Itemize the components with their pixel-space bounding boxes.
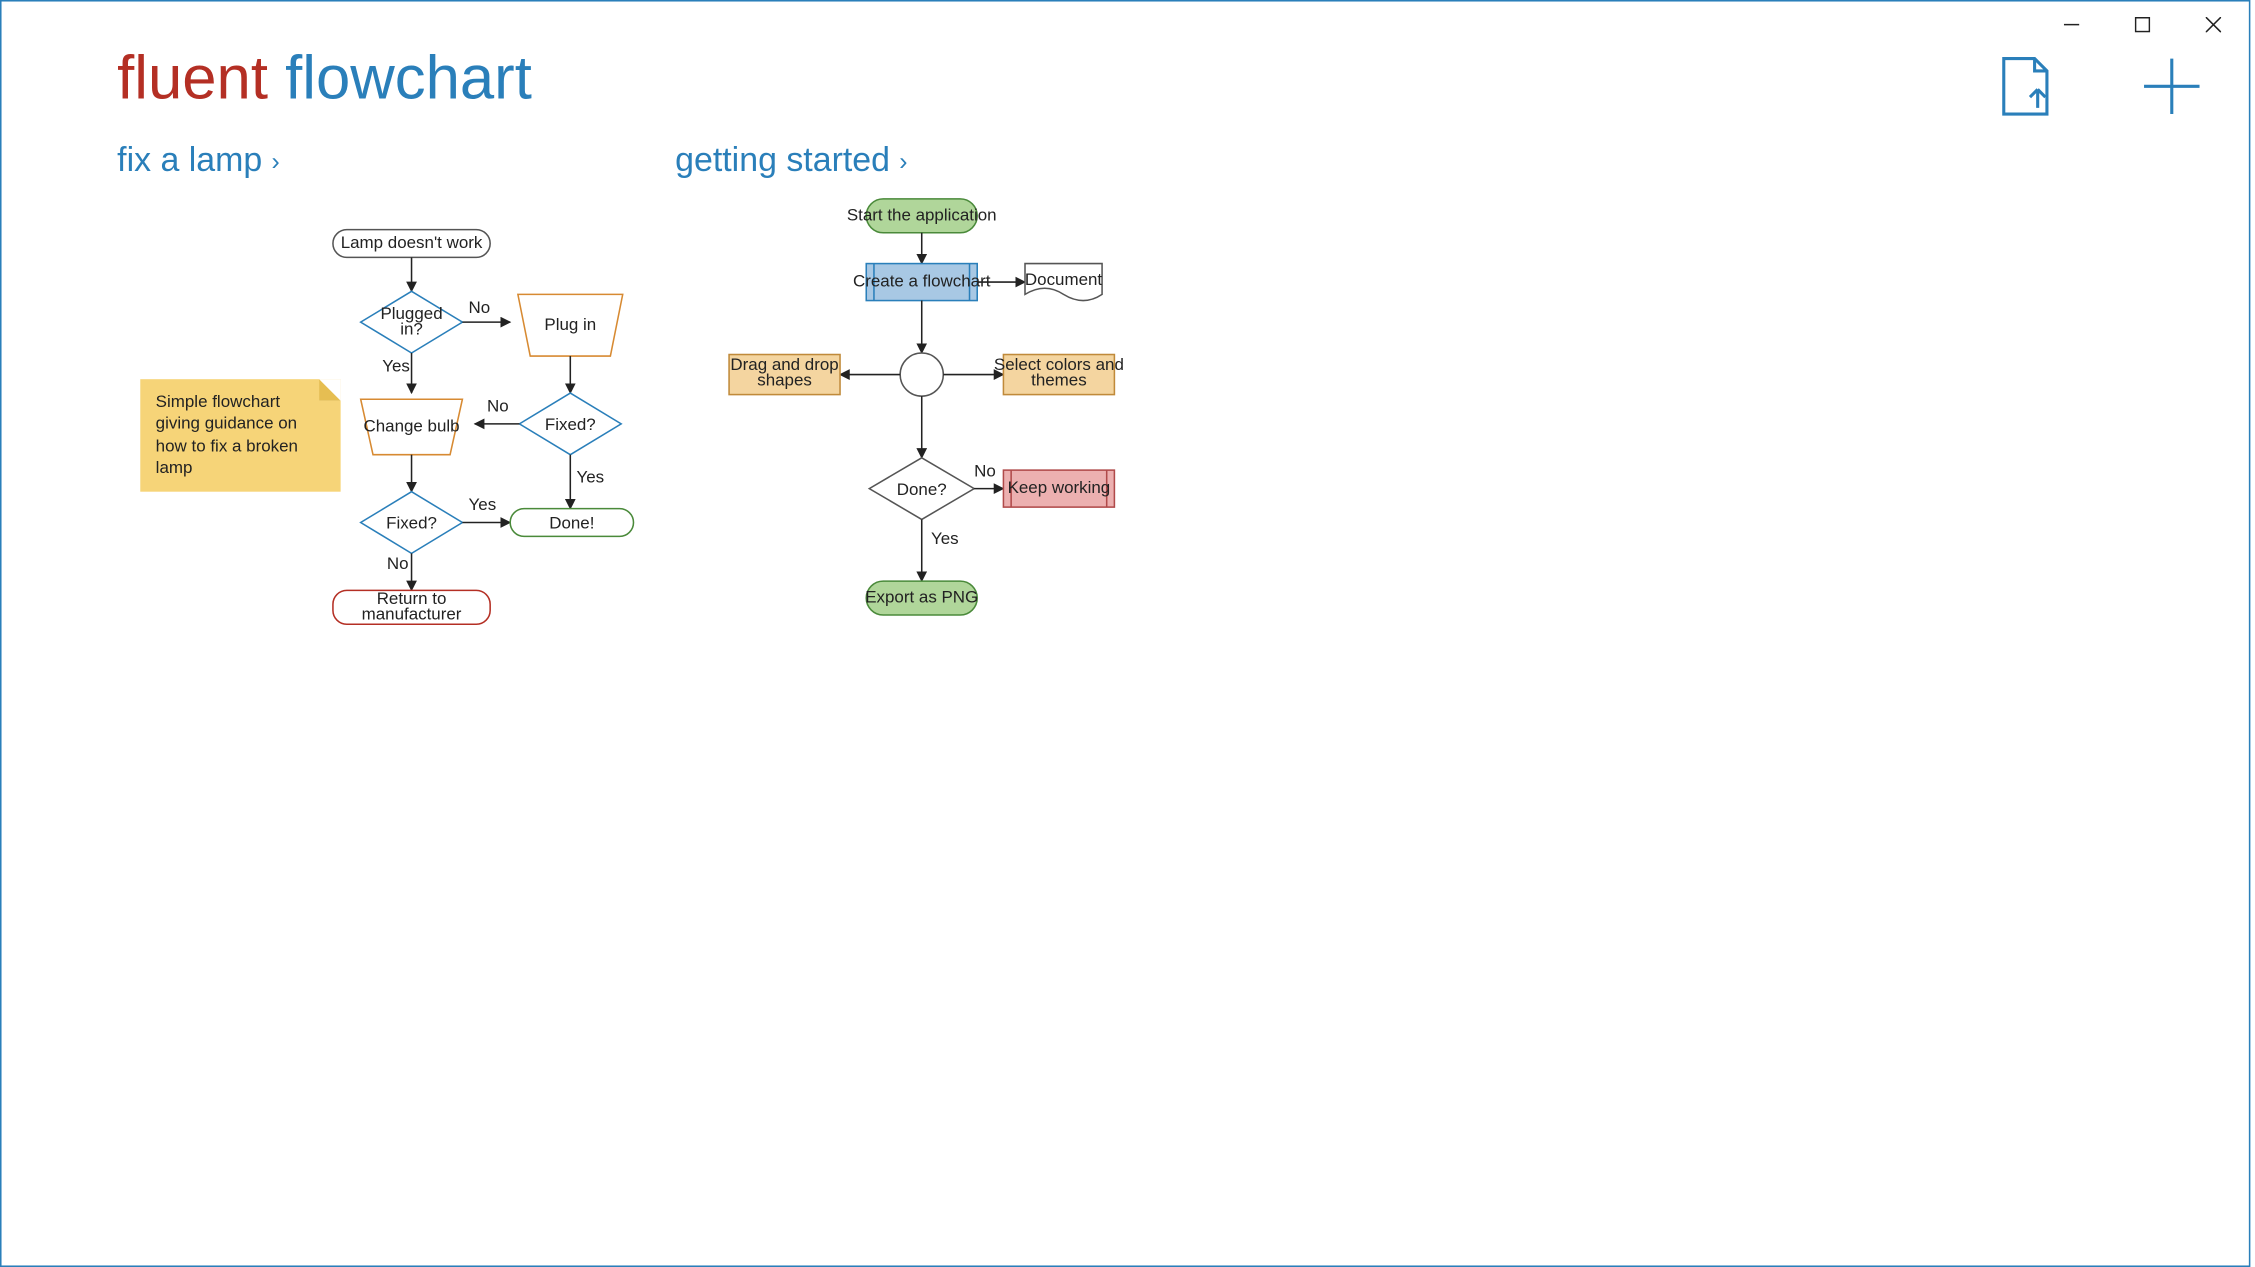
minimize-button[interactable] [2036, 2, 2107, 48]
app-title-part2: flowchart [285, 45, 532, 113]
section-label: fix a lamp [117, 140, 262, 179]
close-button[interactable] [2178, 2, 2249, 48]
node-create-flowchart: Create a flowchart [853, 264, 991, 301]
node-change-bulb: Change bulb [364, 417, 460, 436]
flowchart-fix-a-lamp[interactable]: Lamp doesn't work Plugged in? No Plug in… [302, 220, 703, 652]
node-plugged-in-l2: in? [400, 319, 423, 338]
node-done: Done! [549, 514, 594, 533]
chevron-right-icon: › [272, 150, 280, 176]
node-done-q: Done? [897, 480, 947, 499]
app-title-part1: fluent [117, 45, 268, 113]
edge-label-no: No [974, 461, 996, 480]
section-link-fix-a-lamp[interactable]: fix a lamp › [117, 140, 280, 180]
node-document: Document [1025, 270, 1102, 289]
svg-text:Keep working: Keep working [1008, 478, 1111, 497]
import-file-button[interactable] [1995, 55, 2057, 117]
node-lamp-start: Lamp doesn't work [341, 233, 483, 252]
section-label: getting started [675, 140, 890, 179]
node-keep-working: Keep working [1003, 470, 1114, 507]
svg-text:Create a flowchart: Create a flowchart [853, 272, 991, 291]
edge-label-yes: Yes [382, 356, 410, 375]
node-fixed-1: Fixed? [545, 415, 596, 434]
edge-label-yes: Yes [931, 529, 959, 548]
edge-label-yes: Yes [469, 495, 497, 514]
window-titlebar [2036, 2, 2249, 48]
node-plug-in: Plug in [544, 315, 596, 334]
chevron-right-icon: › [899, 150, 907, 176]
edge-label-no: No [487, 397, 509, 416]
edge-label-no: No [387, 554, 409, 573]
new-flowchart-button[interactable] [2141, 55, 2203, 117]
edge-label-yes: Yes [576, 467, 604, 486]
maximize-button[interactable] [2107, 2, 2178, 48]
node-select-l2: themes [1031, 370, 1087, 389]
node-export: Export as PNG [865, 588, 978, 607]
flowchart-getting-started[interactable]: Start the application Create a flowchart… [687, 193, 1149, 671]
node-fixed-2: Fixed? [386, 514, 437, 533]
section-link-getting-started[interactable]: getting started › [675, 140, 907, 180]
node-return-l2: manufacturer [362, 605, 462, 624]
node-connector [900, 353, 943, 396]
node-start-app: Start the application [847, 205, 997, 224]
edge-label-no: No [469, 298, 491, 317]
app-title: fluent flowchart [117, 45, 532, 114]
node-drag-l2: shapes [757, 370, 812, 389]
sticky-note-text: Simple flowchart giving guidance on how … [156, 393, 298, 478]
